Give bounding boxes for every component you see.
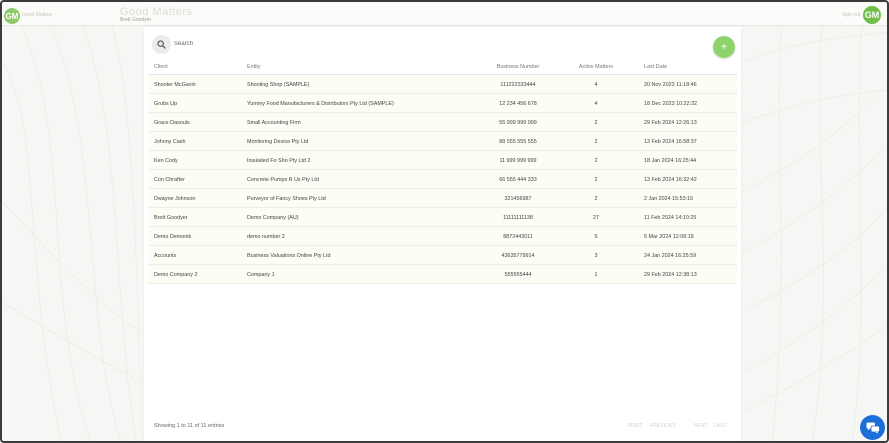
- column-header-client[interactable]: Client: [154, 64, 168, 70]
- table-row[interactable]: Brett Goodyer Demo Company (AU) 11111111…: [148, 208, 737, 227]
- search-icon: [157, 40, 166, 49]
- cell-active-matters: 2: [594, 177, 598, 183]
- app-window: GM Good Matters Good Matters Brett Goody…: [0, 0, 889, 443]
- cell-entity: Yummy Food Manufacturers & Distributors …: [247, 101, 394, 107]
- cell-entity: Concrete Pumps R Us Pty Ltd: [247, 177, 319, 183]
- cell-business-number: 111222333444: [500, 82, 536, 88]
- column-header-last-date[interactable]: Last Date: [644, 64, 667, 70]
- cell-business-number: 555555444: [504, 272, 532, 278]
- cell-last-date: 13 Feb 2024 16:32:42: [644, 177, 697, 183]
- cell-last-date: 5 Mar 2024 12:08:18: [644, 234, 694, 240]
- cell-entity: Insulated Fo Sho Pty Ltd 2: [247, 158, 311, 164]
- table-row[interactable]: Accounts Business Valuations Online Pty …: [148, 246, 737, 265]
- chat-bubbles-icon: [866, 422, 880, 434]
- cell-entity: Monitoring Device Pty Ltd: [247, 139, 309, 145]
- cell-active-matters: 1: [594, 272, 598, 278]
- cell-active-matters: 2: [594, 158, 598, 164]
- cell-last-date: 2 Jan 2024 15:53:16: [644, 196, 694, 202]
- cell-client: Brett Goodyer: [154, 215, 188, 221]
- user-avatar-text: GM: [864, 10, 880, 20]
- pager-previous[interactable]: PREVIOUS: [650, 423, 676, 429]
- column-header-business-number[interactable]: Business Number: [486, 64, 550, 70]
- cell-client: Grubs Up: [154, 101, 178, 107]
- cell-business-number: 321456987: [504, 196, 532, 202]
- chat-button[interactable]: [860, 415, 885, 440]
- cell-entity: Demo Company (AU): [247, 215, 299, 221]
- pager-next[interactable]: NEXT: [694, 423, 707, 429]
- cell-active-matters: 2: [594, 196, 598, 202]
- cell-last-date: 13 Feb 2024 16:58:37: [644, 139, 697, 145]
- cell-entity: Purveyor of Fancy Shoes Pty Ltd: [247, 196, 326, 202]
- entries-info: Showing 1 to 11 of 11 entries: [154, 423, 225, 429]
- cell-entity: Company 1: [247, 272, 275, 278]
- table-row[interactable]: Dwayne Johnson Purveyor of Fancy Shoes P…: [148, 189, 737, 208]
- cell-entity: demo number 2: [247, 234, 285, 240]
- cell-entity: Small Accounting Firm: [247, 120, 301, 126]
- cell-business-number: 11111111138: [503, 215, 533, 221]
- column-header-active-matters[interactable]: Active Matters: [568, 64, 624, 70]
- clients-table: Client Entity Business Number Active Mat…: [148, 60, 737, 284]
- brand-text-left: Good Matters: [22, 12, 53, 18]
- cell-client: Dwayne Johnson: [154, 196, 196, 202]
- cell-active-matters: 4: [594, 82, 598, 88]
- brand-logo-left[interactable]: GM: [4, 8, 20, 24]
- cell-active-matters: 2: [594, 139, 598, 145]
- cell-client: Shooter McGavin: [154, 82, 196, 88]
- column-header-entity[interactable]: Entity: [247, 64, 260, 70]
- table-row[interactable]: Johnny Cash Monitoring Device Pty Ltd 88…: [148, 132, 737, 151]
- cell-last-date: 24 Jan 2024 16:25:59: [644, 253, 697, 259]
- top-bar: GM Good Matters Good Matters Brett Goody…: [2, 2, 887, 26]
- cell-last-date: 18 Dec 2023 10:22:32: [644, 101, 698, 107]
- cell-active-matters: 27: [593, 215, 599, 221]
- pager-last[interactable]: LAST: [714, 423, 727, 429]
- cell-entity: Business Valuations Online Pty Ltd: [247, 253, 331, 259]
- cell-business-number: 88 555 555 555: [499, 139, 537, 145]
- brand-logo-left-text: GM: [5, 11, 19, 21]
- cell-last-date: 11 Feb 2024 14:10:25: [644, 215, 697, 221]
- cell-client: Con Chrafter: [154, 177, 185, 183]
- cell-active-matters: 4: [594, 101, 598, 107]
- cell-business-number: 43635779914: [501, 253, 535, 259]
- table-row[interactable]: Shooter McGavin Shooting Shop (SAMPLE) 1…: [148, 75, 737, 94]
- cell-client: Demo Company 2: [154, 272, 198, 278]
- cell-last-date: 29 Feb 2024 12:38:13: [644, 272, 697, 278]
- cell-client: Ken Cody: [154, 158, 178, 164]
- search-button[interactable]: [152, 35, 171, 54]
- cell-client: Demo Demonik: [154, 234, 192, 240]
- cell-business-number: 55 999 999 999: [499, 120, 537, 126]
- cell-last-date: 20 Nov 2023 11:18:46: [644, 82, 697, 88]
- user-name: Brett Goodyer: [120, 17, 152, 23]
- cell-business-number: 8872443011: [503, 234, 533, 240]
- top-right-link[interactable]: Sign out: [842, 12, 860, 18]
- cell-business-number: 11 999 999 999: [499, 158, 537, 164]
- search-input[interactable]: [174, 37, 294, 51]
- cell-last-date: 29 Feb 2024 12:26:13: [644, 120, 697, 126]
- cell-last-date: 18 Jan 2024 16:25:44: [644, 158, 697, 164]
- table-header: Client Entity Business Number Active Mat…: [148, 60, 737, 75]
- add-client-button[interactable]: +: [713, 36, 735, 58]
- pager-first[interactable]: FIRST: [628, 423, 642, 429]
- cell-client: Accounts: [154, 253, 177, 259]
- table-row[interactable]: Demo Demonik demo number 2 8872443011 5 …: [148, 227, 737, 246]
- clients-panel: + Client Entity Business Number Active M…: [144, 27, 741, 441]
- cell-business-number: 12 234 456 678: [499, 101, 537, 107]
- user-avatar[interactable]: GM: [863, 6, 881, 24]
- plus-icon: +: [721, 41, 727, 53]
- table-row[interactable]: Ken Cody Insulated Fo Sho Pty Ltd 2 11 9…: [148, 151, 737, 170]
- table-row[interactable]: Demo Company 2 Company 1 555555444 1 29 …: [148, 265, 737, 284]
- table-row[interactable]: Grubs Up Yummy Food Manufacturers & Dist…: [148, 94, 737, 113]
- cell-active-matters: 5: [594, 234, 598, 240]
- cell-active-matters: 2: [594, 120, 598, 126]
- table-row[interactable]: Grace Dasouls Small Accounting Firm 55 9…: [148, 113, 737, 132]
- cell-client: Grace Dasouls: [154, 120, 190, 126]
- cell-entity: Shooting Shop (SAMPLE): [247, 82, 310, 88]
- cell-active-matters: 3: [594, 253, 598, 259]
- cell-business-number: 66 555 444 333: [499, 177, 537, 183]
- table-row[interactable]: Con Chrafter Concrete Pumps R Us Pty Ltd…: [148, 170, 737, 189]
- cell-client: Johnny Cash: [154, 139, 186, 145]
